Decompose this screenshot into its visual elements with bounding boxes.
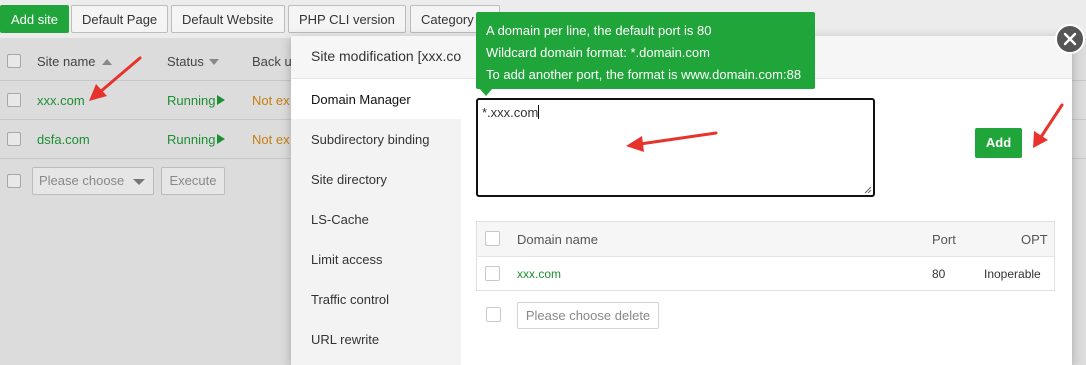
sort-asc-icon[interactable] xyxy=(102,59,112,65)
dialog-title: Site modification [xxx.co xyxy=(311,48,462,64)
port-header: Port xyxy=(932,232,956,247)
tooltip-line: To add another port, the format is www.d… xyxy=(486,67,802,82)
domain-row-checkbox[interactable] xyxy=(485,266,500,281)
add-site-button[interactable]: Add site xyxy=(0,5,69,33)
execute-button[interactable]: Execute xyxy=(161,167,225,195)
close-icon xyxy=(1063,32,1077,46)
tooltip-line: A domain per line, the default port is 8… xyxy=(486,23,712,38)
site-name-link[interactable]: xxx.com xyxy=(37,93,85,108)
status-header[interactable]: Status xyxy=(167,54,204,69)
php-cli-version-button[interactable]: PHP CLI version xyxy=(288,5,406,33)
batch-select-value: Please choose xyxy=(39,173,125,188)
status-running[interactable]: Running xyxy=(167,93,215,108)
domain-help-tooltip: A domain per line, the default port is 8… xyxy=(476,12,815,89)
menu-url-rewrite[interactable]: URL rewrite xyxy=(311,332,379,347)
tooltip-pointer xyxy=(479,88,493,96)
menu-subdirectory-binding[interactable]: Subdirectory binding xyxy=(311,132,430,147)
backup-header: Back u xyxy=(252,54,292,69)
status-running[interactable]: Running xyxy=(167,132,215,147)
batch-select-checkbox[interactable] xyxy=(7,174,21,188)
add-domain-button[interactable]: Add xyxy=(975,128,1022,158)
opt-header: OPT xyxy=(1021,232,1048,247)
default-website-button[interactable]: Default Website xyxy=(171,5,285,33)
menu-traffic-control[interactable]: Traffic control xyxy=(311,292,389,307)
select-all-checkbox[interactable] xyxy=(7,54,21,68)
default-page-button[interactable]: Default Page xyxy=(71,5,169,33)
domain-textarea[interactable]: *.xxx.com xyxy=(476,98,875,197)
port-cell: 80 xyxy=(932,267,946,281)
batch-delete-button[interactable]: Please choose delete xyxy=(517,302,659,329)
domain-table: Domain name Port OPT xxx.com 80 Inoperab… xyxy=(476,221,1055,291)
sort-desc-icon[interactable] xyxy=(209,59,219,65)
row-checkbox[interactable] xyxy=(7,132,21,146)
play-icon[interactable] xyxy=(217,95,225,105)
site-name-link[interactable]: dsfa.com xyxy=(37,132,90,147)
opt-cell: Inoperable xyxy=(984,267,1041,281)
domain-textarea-value: *.xxx.com xyxy=(482,105,539,120)
batch-action-select[interactable]: Please choose xyxy=(32,167,154,195)
menu-site-directory[interactable]: Site directory xyxy=(311,172,387,187)
resize-handle-icon[interactable] xyxy=(864,186,872,194)
play-icon[interactable] xyxy=(217,134,225,144)
menu-domain-manager[interactable]: Domain Manager xyxy=(311,92,411,107)
site-name-header[interactable]: Site name xyxy=(37,54,96,69)
domain-name-header: Domain name xyxy=(517,232,598,247)
domain-table-header: Domain name Port OPT xyxy=(477,222,1054,257)
domain-name-cell[interactable]: xxx.com xyxy=(517,267,561,281)
backup-status[interactable]: Not ex xyxy=(252,132,290,147)
table-row: xxx.com 80 Inoperable xyxy=(477,257,1054,291)
backup-status[interactable]: Not ex xyxy=(252,93,290,108)
text-cursor xyxy=(538,105,540,119)
select-all-domains-checkbox[interactable] xyxy=(485,231,500,246)
caret-down-icon xyxy=(133,179,145,185)
tooltip-line: Wildcard domain format: *.domain.com xyxy=(486,45,710,60)
menu-ls-cache[interactable]: LS-Cache xyxy=(311,212,369,227)
close-dialog-button[interactable] xyxy=(1055,24,1085,54)
menu-limit-access[interactable]: Limit access xyxy=(311,252,383,267)
row-checkbox[interactable] xyxy=(7,93,21,107)
dialog-sidebar: Domain Manager Subdirectory binding Site… xyxy=(291,79,461,365)
batch-domain-checkbox[interactable] xyxy=(486,307,501,322)
